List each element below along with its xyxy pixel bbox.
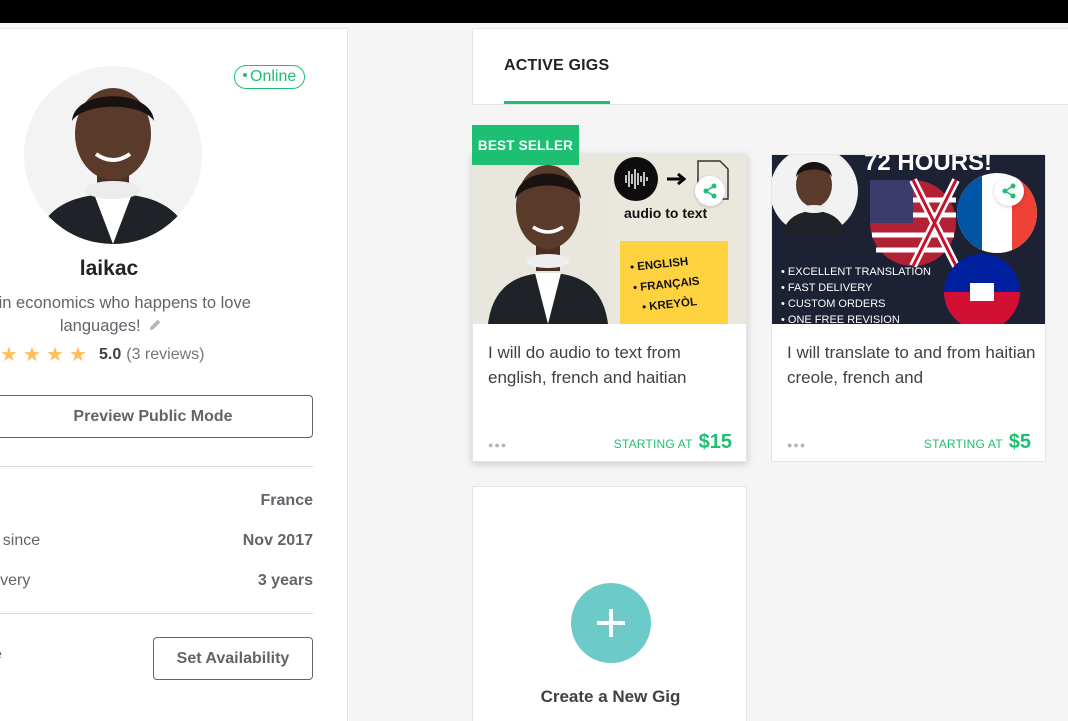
rating-count[interactable]: (3 reviews): [126, 346, 204, 364]
gig-thumbnail[interactable]: 72 HOURS! • EXCELLENT TRANSLATION • FAST…: [772, 155, 1045, 324]
tab-active-gigs[interactable]: ACTIVE GIGS: [504, 57, 609, 75]
gig-price: $15: [698, 431, 732, 453]
info-value-member-since: Nov 2017: [242, 532, 313, 549]
availability-label: e: [0, 646, 2, 664]
info-value-delivery: 3 years: [257, 572, 313, 589]
star-icon: ★: [23, 344, 41, 366]
pencil-icon[interactable]: [148, 318, 162, 332]
gig-thumb-list-item: • FAST DELIVERY: [781, 282, 873, 294]
gig-card[interactable]: 72 HOURS! • EXCELLENT TRANSLATION • FAST…: [771, 154, 1046, 462]
online-status-badge: Online: [234, 65, 306, 89]
starting-at-label: STARTING AT: [923, 437, 1003, 451]
avatar[interactable]: [24, 66, 202, 244]
gig-price-row: STARTING AT $15: [614, 431, 732, 454]
bio-text: ent in economics who happens to love lan…: [0, 294, 251, 335]
create-gig-button[interactable]: [571, 583, 651, 663]
plus-icon: [597, 609, 625, 637]
gig-price: $5: [1008, 431, 1031, 453]
info-row-from: France: [0, 492, 313, 514]
share-button[interactable]: [695, 176, 725, 206]
gig-card[interactable]: audio to text • ENGLISH • FRANÇAIS • KRE…: [472, 154, 747, 462]
info-label: r since: [0, 532, 41, 549]
best-seller-badge: BEST SELLER: [472, 125, 579, 165]
rating-row: ★ ★ ★ ★ ★ 5.0 (3 reviews): [0, 344, 204, 366]
gig-thumb-heading: audio to text: [624, 205, 708, 221]
create-new-gig-card[interactable]: Create a New Gig: [472, 486, 747, 721]
star-icon: ★: [0, 344, 18, 366]
gig-thumb-list-item: • EXCELLENT TRANSLATION: [781, 266, 931, 278]
username: laikac: [79, 257, 139, 280]
top-bar: [0, 0, 1068, 23]
gig-thumb-list-item: • ONE FREE REVISION: [781, 314, 900, 324]
starting-at-label: STARTING AT: [613, 437, 693, 451]
gig-title[interactable]: I will translate to and from haitian cre…: [787, 340, 1037, 390]
info-row-delivery: livery 3 years: [0, 572, 313, 594]
divider: [0, 613, 313, 614]
online-status-text: Online: [250, 68, 297, 85]
gig-thumb-heading: 72 HOURS!: [864, 155, 993, 176]
info-value-country: France: [260, 492, 313, 509]
gig-price-row: STARTING AT $5: [924, 431, 1031, 454]
star-icon: ★: [69, 344, 87, 366]
more-dots-icon[interactable]: ●●●: [787, 440, 806, 450]
gig-thumb-list-item: • CUSTOM ORDERS: [781, 298, 886, 310]
tab-active-indicator: [504, 101, 610, 104]
profile-bio: ent in economics who happens to love lan…: [0, 292, 271, 338]
gig-thumbnail[interactable]: audio to text • ENGLISH • FRANÇAIS • KRE…: [473, 155, 746, 324]
share-icon: [703, 183, 717, 199]
share-button[interactable]: [994, 176, 1024, 206]
star-icon: ★: [46, 344, 64, 366]
preview-public-mode-button[interactable]: Preview Public Mode: [0, 395, 313, 438]
info-row-member-since: r since Nov 2017: [0, 532, 313, 554]
gigs-tabs-bar: ACTIVE GIGS: [472, 28, 1068, 105]
divider: [0, 466, 313, 467]
online-dot-icon: [243, 72, 247, 77]
set-availability-button[interactable]: Set Availability: [153, 637, 313, 680]
create-new-gig-label[interactable]: Create a New Gig: [473, 687, 748, 707]
avatar-image: [24, 66, 202, 244]
rating-score: 5.0: [99, 346, 122, 363]
more-dots-icon[interactable]: ●●●: [488, 440, 507, 450]
gig-title[interactable]: I will do audio to text from english, fr…: [488, 340, 738, 390]
info-label: livery: [0, 572, 31, 589]
share-icon: [1002, 183, 1016, 199]
profile-card: Online laikac ent in economics who happe…: [0, 28, 348, 721]
